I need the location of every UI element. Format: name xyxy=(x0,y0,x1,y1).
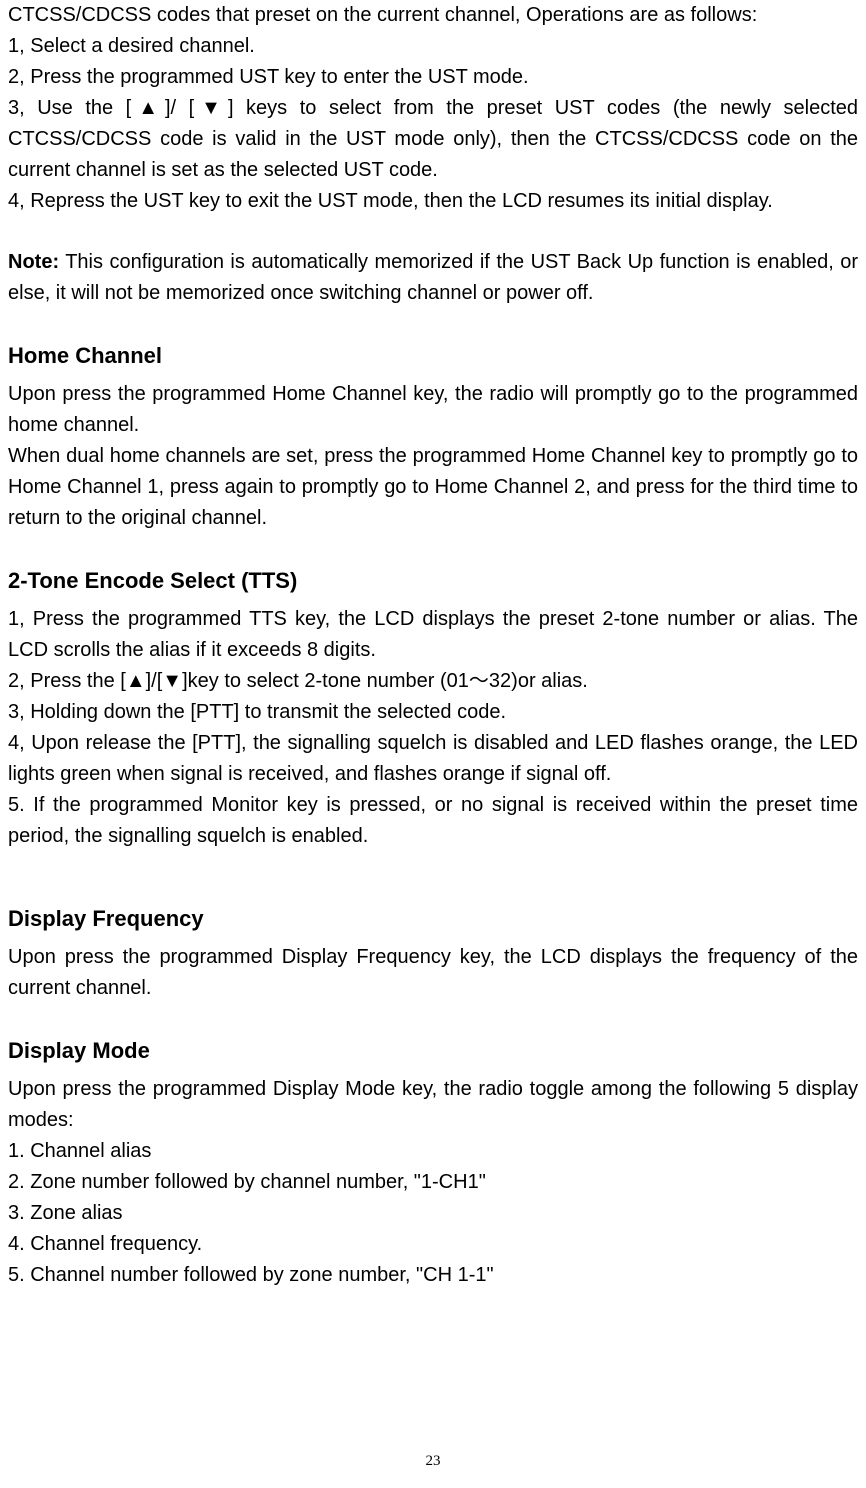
display-mode-4: 4. Channel frequency. xyxy=(8,1229,858,1260)
display-mode-intro: Upon press the programmed Display Mode k… xyxy=(8,1074,858,1136)
display-frequency-p1: Upon press the programmed Display Freque… xyxy=(8,942,858,1004)
tts-step-1: 1, Press the programmed TTS key, the LCD… xyxy=(8,604,858,666)
intro-step-2: 2, Press the programmed UST key to enter… xyxy=(8,62,858,93)
heading-home-channel: Home Channel xyxy=(8,339,858,373)
intro-step-3: 3, Use the [▲]/ [▼] keys to select from … xyxy=(8,93,858,186)
home-channel-p2: When dual home channels are set, press t… xyxy=(8,441,858,534)
note-label: Note: xyxy=(8,251,59,273)
home-channel-p1: Upon press the programmed Home Channel k… xyxy=(8,379,858,441)
intro-line: CTCSS/CDCSS codes that preset on the cur… xyxy=(8,0,858,31)
intro-step-4: 4, Repress the UST key to exit the UST m… xyxy=(8,186,858,217)
tts-step-2: 2, Press the [▲]/[▼]key to select 2-tone… xyxy=(8,666,858,697)
note-paragraph: Note: This configuration is automaticall… xyxy=(8,247,858,309)
tts-step-3: 3, Holding down the [PTT] to transmit th… xyxy=(8,697,858,728)
tts-step-4: 4, Upon release the [PTT], the signallin… xyxy=(8,728,858,790)
heading-tts: 2-Tone Encode Select (TTS) xyxy=(8,564,858,598)
display-mode-1: 1. Channel alias xyxy=(8,1136,858,1167)
page-number: 23 xyxy=(0,1453,866,1470)
heading-display-mode: Display Mode xyxy=(8,1034,858,1068)
intro-step-1: 1, Select a desired channel. xyxy=(8,31,858,62)
tts-step-5: 5. If the programmed Monitor key is pres… xyxy=(8,790,858,852)
display-mode-3: 3. Zone alias xyxy=(8,1198,858,1229)
display-mode-2: 2. Zone number followed by channel numbe… xyxy=(8,1167,858,1198)
note-text: This configuration is automatically memo… xyxy=(8,251,858,304)
heading-display-frequency: Display Frequency xyxy=(8,902,858,936)
display-mode-5: 5. Channel number followed by zone numbe… xyxy=(8,1260,858,1291)
